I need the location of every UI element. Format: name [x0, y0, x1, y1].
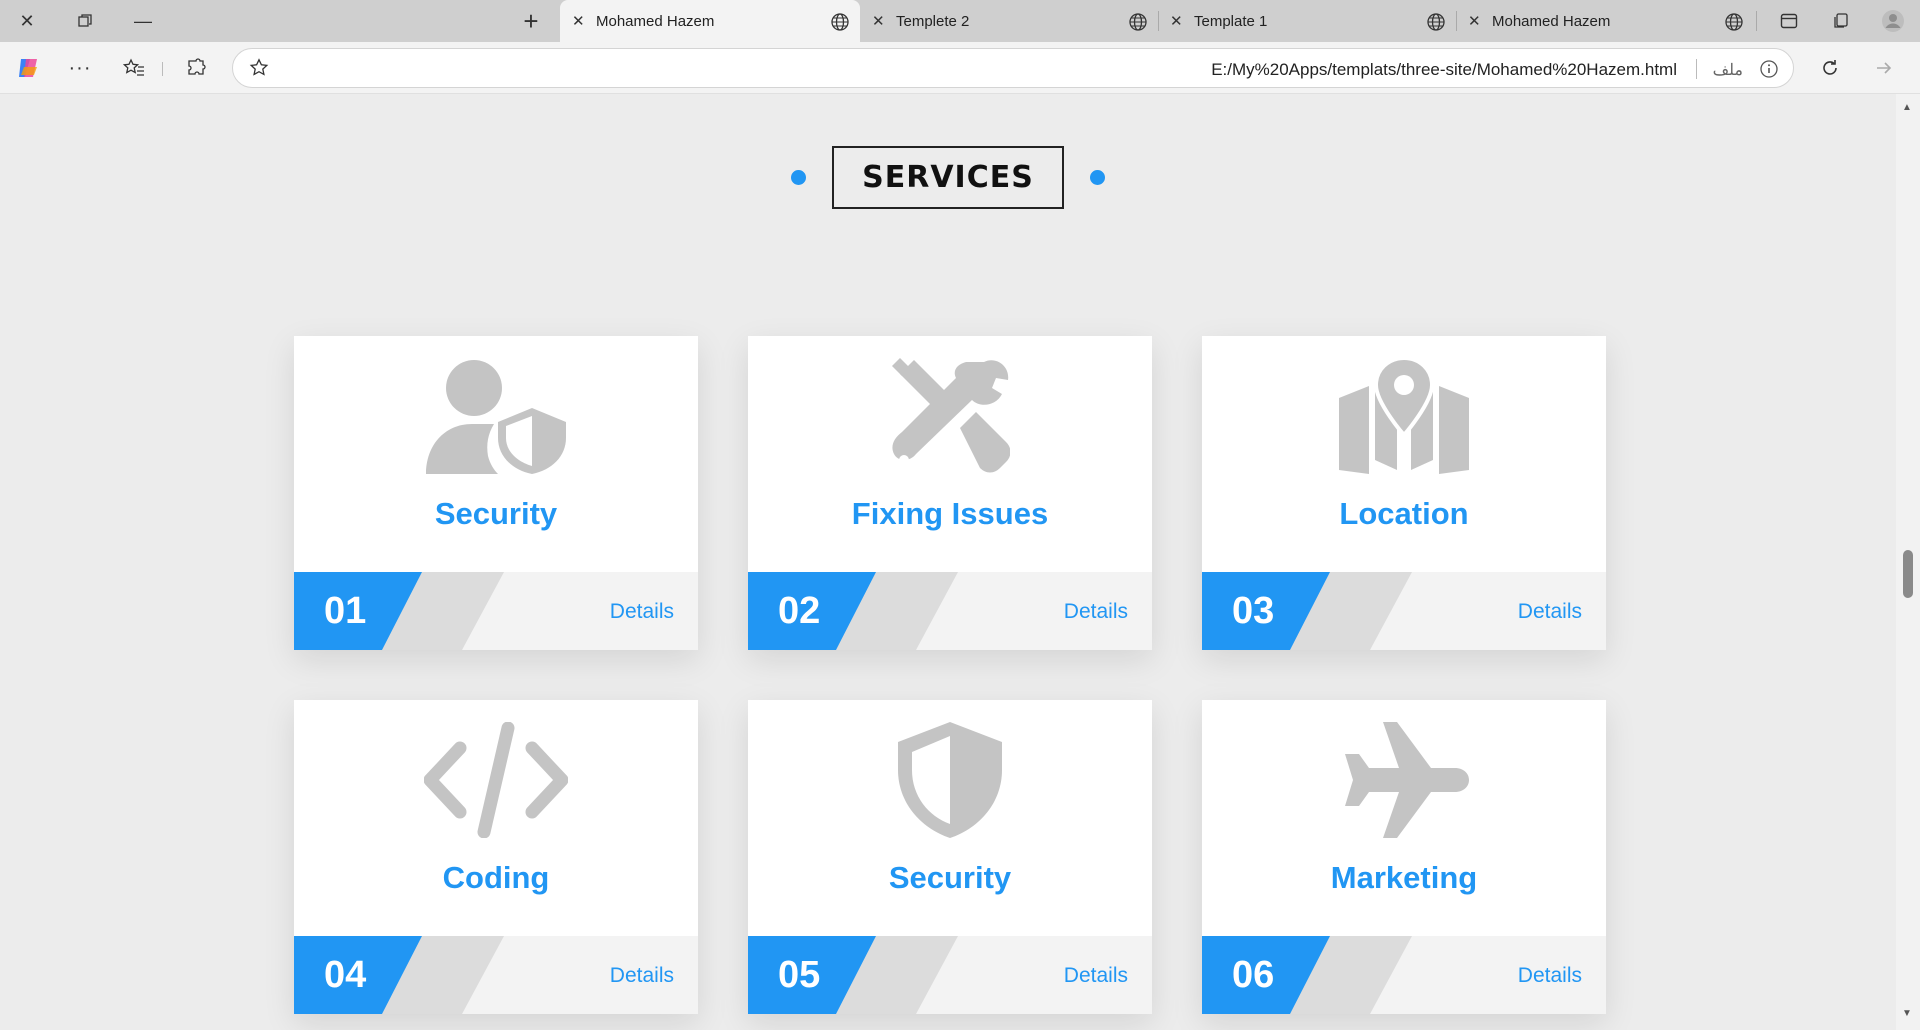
collections-icon[interactable]	[1826, 6, 1856, 36]
service-number: 02	[778, 590, 821, 632]
title-dot-right	[1089, 170, 1105, 185]
globe-icon	[831, 13, 849, 31]
service-number: 03	[1232, 590, 1275, 632]
details-link[interactable]: Details	[1064, 600, 1128, 624]
service-name: Security	[888, 860, 1012, 895]
service-card: Marketing 06 Details	[1202, 700, 1606, 1014]
service-card: Fixing Issues 02 Details	[748, 336, 1152, 650]
user-shield-icon	[294, 358, 698, 474]
tab-actions-icon[interactable]	[1774, 6, 1804, 36]
minimize-window-icon[interactable]: —	[128, 6, 158, 36]
service-name: Fixing Issues	[851, 496, 1049, 531]
card-footer: 06 Details	[1202, 936, 1606, 1014]
section-title: SERVICES	[832, 146, 1064, 209]
service-card: Security 05 Details	[748, 700, 1152, 1014]
service-number: 05	[778, 954, 821, 996]
tab-separator	[1756, 11, 1757, 31]
card-footer: 03 Details	[1202, 572, 1606, 650]
address-bar[interactable]: E:/My%20Apps/templats/three-site/Mohamed…	[232, 48, 1794, 88]
profile-avatar-icon[interactable]	[1878, 6, 1908, 36]
tab-title: Mohamed Hazem	[1492, 12, 1611, 30]
favorite-star-icon[interactable]	[249, 58, 269, 83]
file-scheme-label: ملف	[1712, 62, 1743, 79]
card-footer: 04 Details	[294, 936, 698, 1014]
address-divider	[1696, 59, 1697, 79]
toolbar-divider	[162, 62, 163, 76]
service-number: 01	[324, 590, 367, 632]
details-link[interactable]: Details	[1518, 964, 1582, 988]
service-card: Security 01 Details	[294, 336, 698, 650]
globe-icon	[1725, 13, 1743, 31]
forward-icon[interactable]	[1868, 52, 1900, 84]
tab-template-1[interactable]: ✕ Template 1	[1158, 0, 1456, 42]
shield-icon	[748, 722, 1152, 838]
copilot-icon[interactable]	[12, 52, 44, 84]
extensions-icon[interactable]	[180, 52, 212, 84]
tools-icon	[748, 358, 1152, 474]
service-name: Location	[1339, 496, 1469, 531]
card-footer: 05 Details	[748, 936, 1152, 1014]
tab-close-icon[interactable]: ✕	[872, 12, 886, 30]
page-viewport: SERVICES Security 01 Details Fixing Issu…	[0, 94, 1896, 1030]
tab-title: Mohamed Hazem	[596, 12, 715, 30]
vertical-scrollbar[interactable]: ▲ ▼	[1896, 94, 1920, 1030]
scroll-down-icon[interactable]: ▼	[1902, 1008, 1912, 1019]
tab-mohamed-hazem-active[interactable]: ✕ Mohamed Hazem	[560, 0, 860, 42]
refresh-icon[interactable]	[1814, 52, 1846, 84]
favorites-list-icon[interactable]	[118, 52, 150, 84]
details-link[interactable]: Details	[1064, 964, 1128, 988]
service-number: 06	[1232, 954, 1275, 996]
close-window-icon[interactable]: ✕	[12, 6, 42, 36]
browser-toolbar: ··· E:/My%20Apps/templats/three-site/Moh…	[0, 42, 1920, 94]
tab-close-icon[interactable]: ✕	[1170, 12, 1184, 30]
section-header: SERVICES	[0, 146, 1896, 209]
scroll-up-icon[interactable]: ▲	[1902, 102, 1912, 113]
card-footer: 01 Details	[294, 572, 698, 650]
service-number: 04	[324, 954, 367, 996]
restore-window-icon[interactable]	[70, 6, 100, 36]
tab-strip: ✕ — + ✕ Mohamed Hazem ✕ Templete 2 ✕ Tem…	[0, 0, 1920, 42]
service-name: Marketing	[1330, 860, 1478, 895]
tab-mohamed-hazem[interactable]: ✕ Mohamed Hazem	[1456, 0, 1754, 42]
title-dot-left	[791, 170, 807, 185]
code-icon	[294, 722, 698, 838]
details-link[interactable]: Details	[610, 964, 674, 988]
service-card: Location 03 Details	[1202, 336, 1606, 650]
map-location-icon	[1202, 358, 1606, 474]
details-link[interactable]: Details	[1518, 600, 1582, 624]
card-footer: 02 Details	[748, 572, 1152, 650]
service-name: Security	[434, 496, 558, 531]
more-options-icon[interactable]: ···	[64, 52, 96, 84]
site-info-icon[interactable]	[1759, 59, 1779, 84]
service-card: Coding 04 Details	[294, 700, 698, 1014]
globe-icon	[1129, 13, 1147, 31]
tab-templete-2[interactable]: ✕ Templete 2	[860, 0, 1158, 42]
tab-close-icon[interactable]: ✕	[1468, 12, 1482, 30]
tab-title: Templete 2	[896, 12, 970, 30]
new-tab-button[interactable]: +	[516, 6, 546, 36]
tab-title: Template 1	[1194, 12, 1268, 30]
service-name: Coding	[442, 860, 550, 895]
tab-close-icon[interactable]: ✕	[572, 12, 586, 30]
plane-icon	[1202, 722, 1606, 838]
globe-icon	[1427, 13, 1445, 31]
scrollbar-thumb[interactable]	[1903, 550, 1913, 598]
details-link[interactable]: Details	[610, 600, 674, 624]
url-text[interactable]: E:/My%20Apps/templats/three-site/Mohamed…	[1211, 60, 1677, 80]
